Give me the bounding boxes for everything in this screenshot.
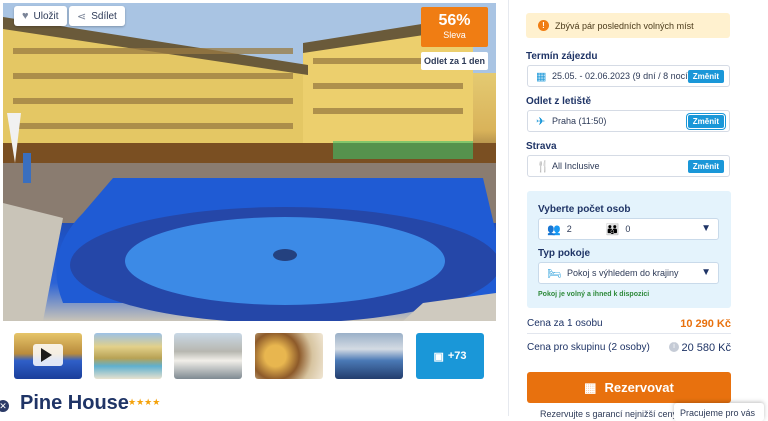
board-label: Strava	[526, 141, 557, 152]
calendar-icon: ▦	[584, 379, 597, 395]
close-icon[interactable]: ✕	[0, 400, 9, 412]
hotel-main-photo[interactable]: ♥ Uložit ⋖ Sdílet 56% Sleva Odlet za 1 d…	[3, 3, 496, 321]
board-field[interactable]: 🍴 All Inclusive Změnit	[527, 155, 730, 177]
child-icon: 👪	[605, 223, 620, 236]
price-divider	[527, 333, 731, 334]
thumbnail-video[interactable]	[14, 333, 82, 379]
hotel-name: Pine House	[20, 392, 129, 414]
price-group: 20 580 Kč	[681, 342, 731, 354]
change-board-button[interactable]: Změnit	[687, 160, 724, 173]
thumbnail-photo[interactable]	[335, 333, 403, 379]
change-term-button[interactable]: Změnit	[687, 70, 724, 83]
availability-alert: ! Zbývá pár posledních volných míst	[526, 13, 730, 38]
info-icon[interactable]: i	[669, 342, 679, 352]
change-airport-button[interactable]: Změnit	[687, 115, 724, 128]
room-type-label: Typ pokoje	[538, 248, 591, 259]
persons-label: Vyberte počet osob	[538, 204, 631, 215]
room-availability-text: Pokoj je volný a ihned k dispozici	[538, 291, 650, 298]
calendar-icon: ▦	[536, 70, 547, 83]
chat-widget[interactable]: Pracujeme pro vás	[674, 403, 764, 421]
chevron-down-icon: ▼	[701, 267, 711, 278]
thumbnail-photo[interactable]	[255, 333, 323, 379]
meal-icon: 🍴	[536, 160, 550, 173]
more-photos-button[interactable]: ▣ +73	[416, 333, 484, 379]
persons-select[interactable]: 👥 2 👪 0 ▼	[538, 218, 719, 240]
reserve-button[interactable]: ▦ Rezervovat	[527, 372, 731, 403]
term-label: Termín zájezdu	[526, 51, 598, 62]
share-button[interactable]: ⋖ Sdílet	[69, 6, 125, 26]
price-group-row: Cena pro skupinu (2 osoby) i 20 580 Kč	[527, 342, 731, 354]
image-icon: ▣	[433, 350, 444, 363]
term-field[interactable]: ▦ 25.05. - 02.06.2023 (9 dní / 8 nocí) Z…	[527, 65, 730, 87]
airport-label: Odlet z letiště	[526, 96, 592, 107]
room-type-select[interactable]: 🛏 Pokoj s výhledem do krajiny ▼	[538, 262, 719, 284]
airport-field[interactable]: ✈ Praha (11:50) Změnit	[527, 110, 730, 132]
save-button[interactable]: ♥ Uložit	[14, 6, 67, 26]
star-rating: ★★★★	[128, 397, 161, 407]
panel-divider	[508, 0, 509, 416]
discount-badge: 56% Sleva	[421, 7, 488, 47]
hotel-pool-illustration	[3, 3, 496, 321]
price-per-person: 10 290 Kč	[680, 318, 731, 330]
airplane-icon: ✈	[536, 115, 546, 128]
thumbnail-photo[interactable]	[174, 333, 242, 379]
play-icon	[41, 348, 52, 362]
price-per-person-row: Cena za 1 osobu 10 290 Kč	[527, 318, 731, 330]
warning-icon: !	[538, 20, 549, 31]
adults-icon: 👥	[547, 223, 561, 236]
departure-badge: Odlet za 1 den	[421, 52, 488, 70]
chevron-down-icon: ▼	[701, 223, 711, 234]
price-guarantee-text: Rezervujte s garancí nejnižší ceny!	[540, 409, 680, 419]
thumbnail-photo[interactable]	[94, 333, 162, 379]
bed-icon: 🛏	[547, 267, 561, 280]
share-icon: ⋖	[77, 10, 87, 23]
heart-icon: ♥	[22, 10, 29, 22]
